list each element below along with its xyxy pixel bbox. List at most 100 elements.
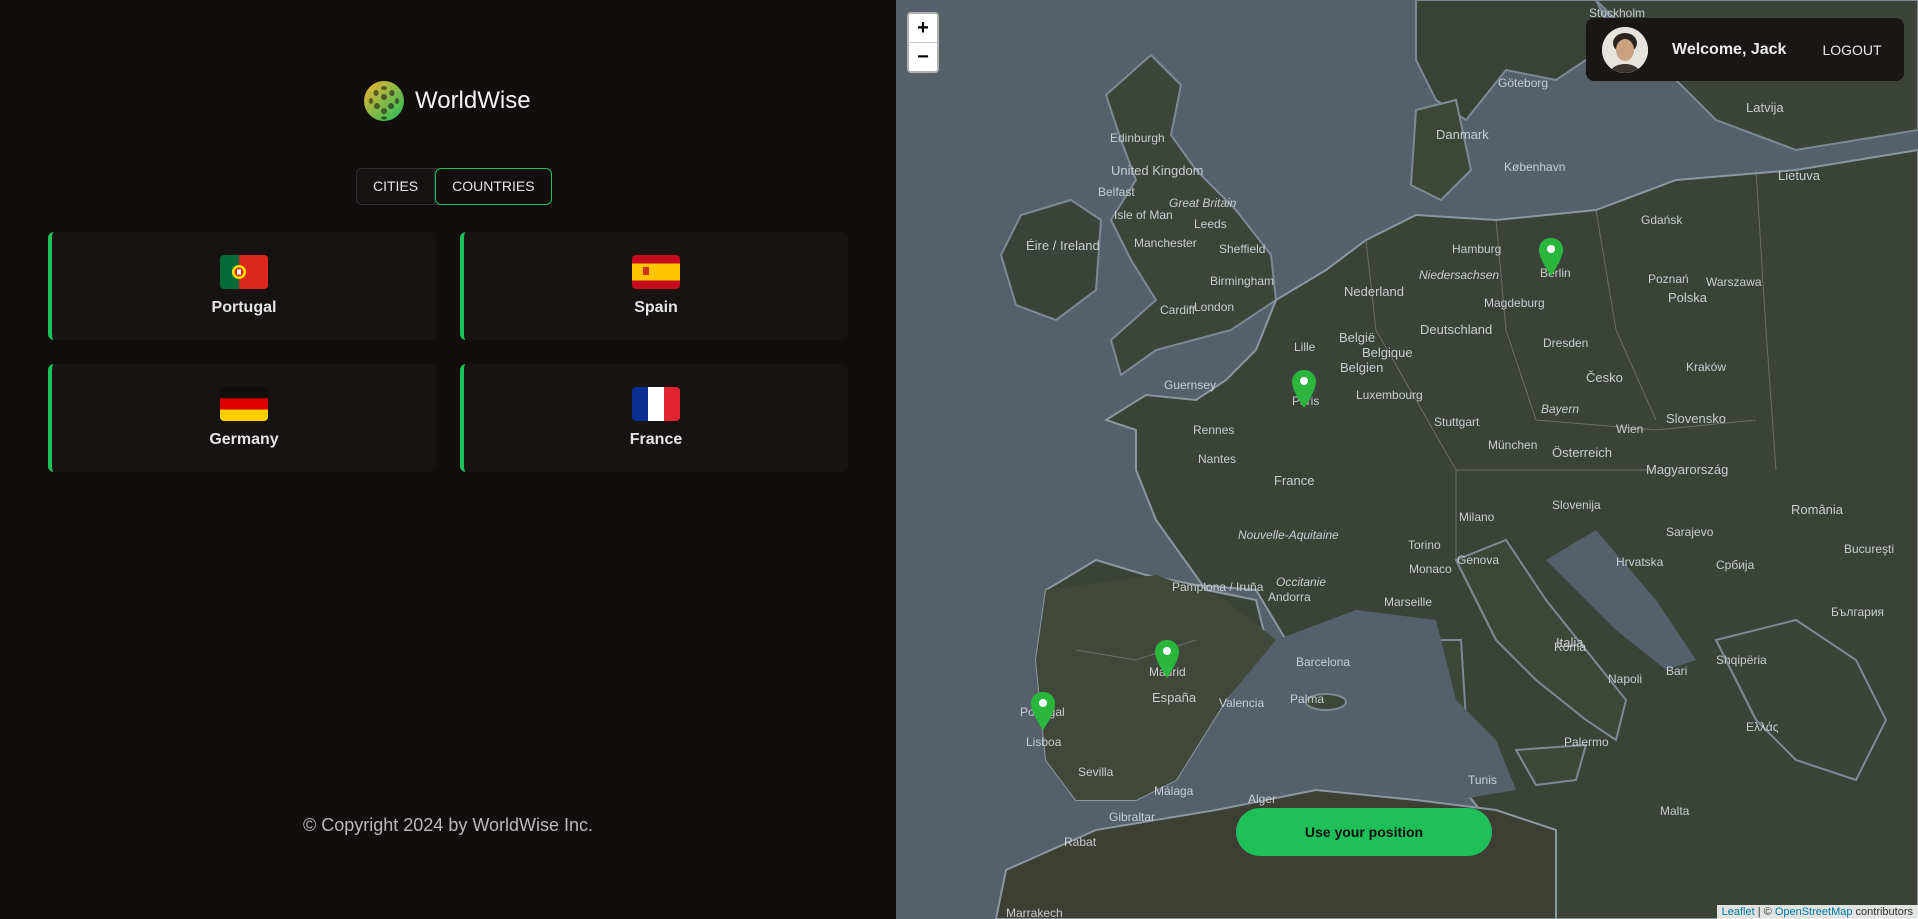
map-label: Marrakech — [1006, 906, 1063, 919]
map-label: Rennes — [1193, 423, 1235, 437]
osm-link[interactable]: OpenStreetMap — [1775, 906, 1853, 918]
map-label: Magyarország — [1646, 462, 1729, 477]
map-label: Napoli — [1608, 672, 1643, 686]
map-label: France — [1274, 473, 1315, 488]
map-label: Birmingham — [1210, 274, 1275, 288]
map-label: Belfast — [1098, 185, 1135, 199]
zoom-out-button[interactable]: − — [909, 43, 937, 71]
country-item[interactable]: Spain — [460, 232, 848, 340]
logout-button[interactable]: Logout — [1822, 42, 1881, 58]
map-label: Genova — [1457, 553, 1500, 567]
map-label: Palermo — [1564, 735, 1609, 749]
map-label: Warszawa — [1706, 275, 1762, 289]
country-list: Portugal Spain Germany France — [48, 232, 848, 472]
map-label: Србија — [1716, 558, 1755, 572]
zoom-control: + − — [907, 12, 939, 73]
sidebar: WorldWise Cities Countries Portugal — [0, 0, 896, 919]
map-label: Guernsey — [1164, 378, 1217, 392]
map-label: Stuttgart — [1434, 415, 1480, 429]
map-label: Poznań — [1648, 272, 1689, 286]
app-name: WorldWise — [415, 87, 531, 114]
map-label: Pamplona / Iruña — [1172, 580, 1264, 594]
map-label: Tunis — [1468, 773, 1497, 787]
leaflet-link[interactable]: Leaflet — [1722, 906, 1755, 918]
map-label: España — [1152, 690, 1197, 705]
tab-countries[interactable]: Countries — [435, 168, 552, 205]
map-terrain — [994, 0, 1918, 919]
welcome-text: Welcome, Jack — [1672, 40, 1787, 58]
map-label: Danmark — [1436, 127, 1489, 142]
map-label: Great Britain — [1169, 196, 1237, 210]
map-label: Cardiff — [1160, 303, 1196, 317]
france-flag-icon — [632, 387, 680, 421]
map-label: Palma — [1290, 692, 1325, 706]
map-label: Nouvelle-Aquitaine — [1238, 528, 1339, 542]
map-label: København — [1504, 160, 1566, 174]
country-item[interactable]: Portugal — [48, 232, 436, 340]
map-attribution: Leaflet | © OpenStreetMap contributors — [1716, 905, 1918, 919]
country-item[interactable]: France — [460, 364, 848, 472]
map-label: România — [1791, 502, 1844, 517]
map-label: Lille — [1294, 340, 1316, 354]
portugal-flag-icon — [220, 255, 268, 289]
map-label: България — [1831, 605, 1885, 619]
map-label: Hrvatska — [1616, 555, 1664, 569]
map[interactable]: Danmark Latvija Lietuva Polska Deutschla… — [896, 0, 1918, 919]
city-marker-icon[interactable] — [1292, 370, 1316, 408]
map-label: Occitanie — [1276, 575, 1327, 589]
map-label: Lisboa — [1026, 735, 1062, 749]
map-label: Luxembourg — [1356, 388, 1423, 402]
attribution-separator: | © — [1754, 906, 1775, 918]
map-label: Nederland — [1344, 284, 1404, 299]
map-label: Gdańsk — [1641, 213, 1683, 227]
use-position-button[interactable]: Use your position — [1236, 808, 1492, 856]
country-name: Spain — [634, 299, 678, 316]
zoom-in-button[interactable]: + — [909, 14, 937, 43]
app-logo[interactable]: WorldWise — [363, 80, 531, 122]
map-label: München — [1488, 438, 1538, 452]
map-label: Sheffield — [1219, 242, 1266, 256]
map-label: Hamburg — [1452, 242, 1502, 256]
map-label: Slovenija — [1552, 498, 1601, 512]
map-label: Andorra — [1268, 590, 1311, 604]
view-tabs: Cities Countries — [356, 168, 552, 205]
map-label: Magdeburg — [1484, 296, 1545, 310]
map-label: Milano — [1459, 510, 1495, 524]
map-label: Kraków — [1686, 360, 1727, 374]
map-label: Česko — [1586, 370, 1623, 385]
user-panel: Welcome, Jack Logout — [1586, 18, 1904, 81]
map-label: Ελλάς — [1746, 720, 1779, 734]
map-label: Sarajevo — [1666, 525, 1714, 539]
map-label: Gibraltar — [1109, 810, 1156, 824]
country-item[interactable]: Germany — [48, 364, 436, 472]
city-marker-icon[interactable] — [1155, 640, 1179, 678]
avatar — [1602, 26, 1648, 73]
germany-flag-icon — [220, 387, 268, 421]
map-label: Isle of Man — [1114, 208, 1173, 222]
city-marker-icon[interactable] — [1031, 692, 1055, 730]
map-label: Bari — [1666, 664, 1688, 678]
map-label: Bayern — [1541, 402, 1580, 416]
map-label: Valencia — [1219, 696, 1265, 710]
tab-cities[interactable]: Cities — [357, 169, 436, 204]
map-label: Edinburgh — [1110, 131, 1165, 145]
map-label: Manchester — [1134, 236, 1197, 250]
city-marker-icon[interactable] — [1539, 238, 1563, 276]
map-label: Alger — [1248, 792, 1277, 806]
map-label: Göteborg — [1498, 76, 1549, 90]
map-label: Lietuva — [1778, 168, 1820, 183]
map-label: Leeds — [1194, 217, 1227, 231]
globe-logo-icon — [364, 81, 404, 121]
map-label: Deutschland — [1420, 322, 1493, 337]
map-label: Wien — [1616, 422, 1644, 436]
map-label: Österreich — [1552, 445, 1612, 460]
map-label: Nantes — [1198, 452, 1237, 466]
country-name: Portugal — [211, 299, 277, 316]
map-label: Shqipëria — [1716, 653, 1767, 667]
map-label: Slovensko — [1666, 411, 1726, 426]
map-label: Marseille — [1384, 595, 1433, 609]
map-label: Sevilla — [1078, 765, 1114, 779]
map-label: Niedersachsen — [1419, 268, 1500, 282]
spain-flag-icon — [632, 255, 680, 289]
map-label: Éire / Ireland — [1026, 238, 1100, 253]
